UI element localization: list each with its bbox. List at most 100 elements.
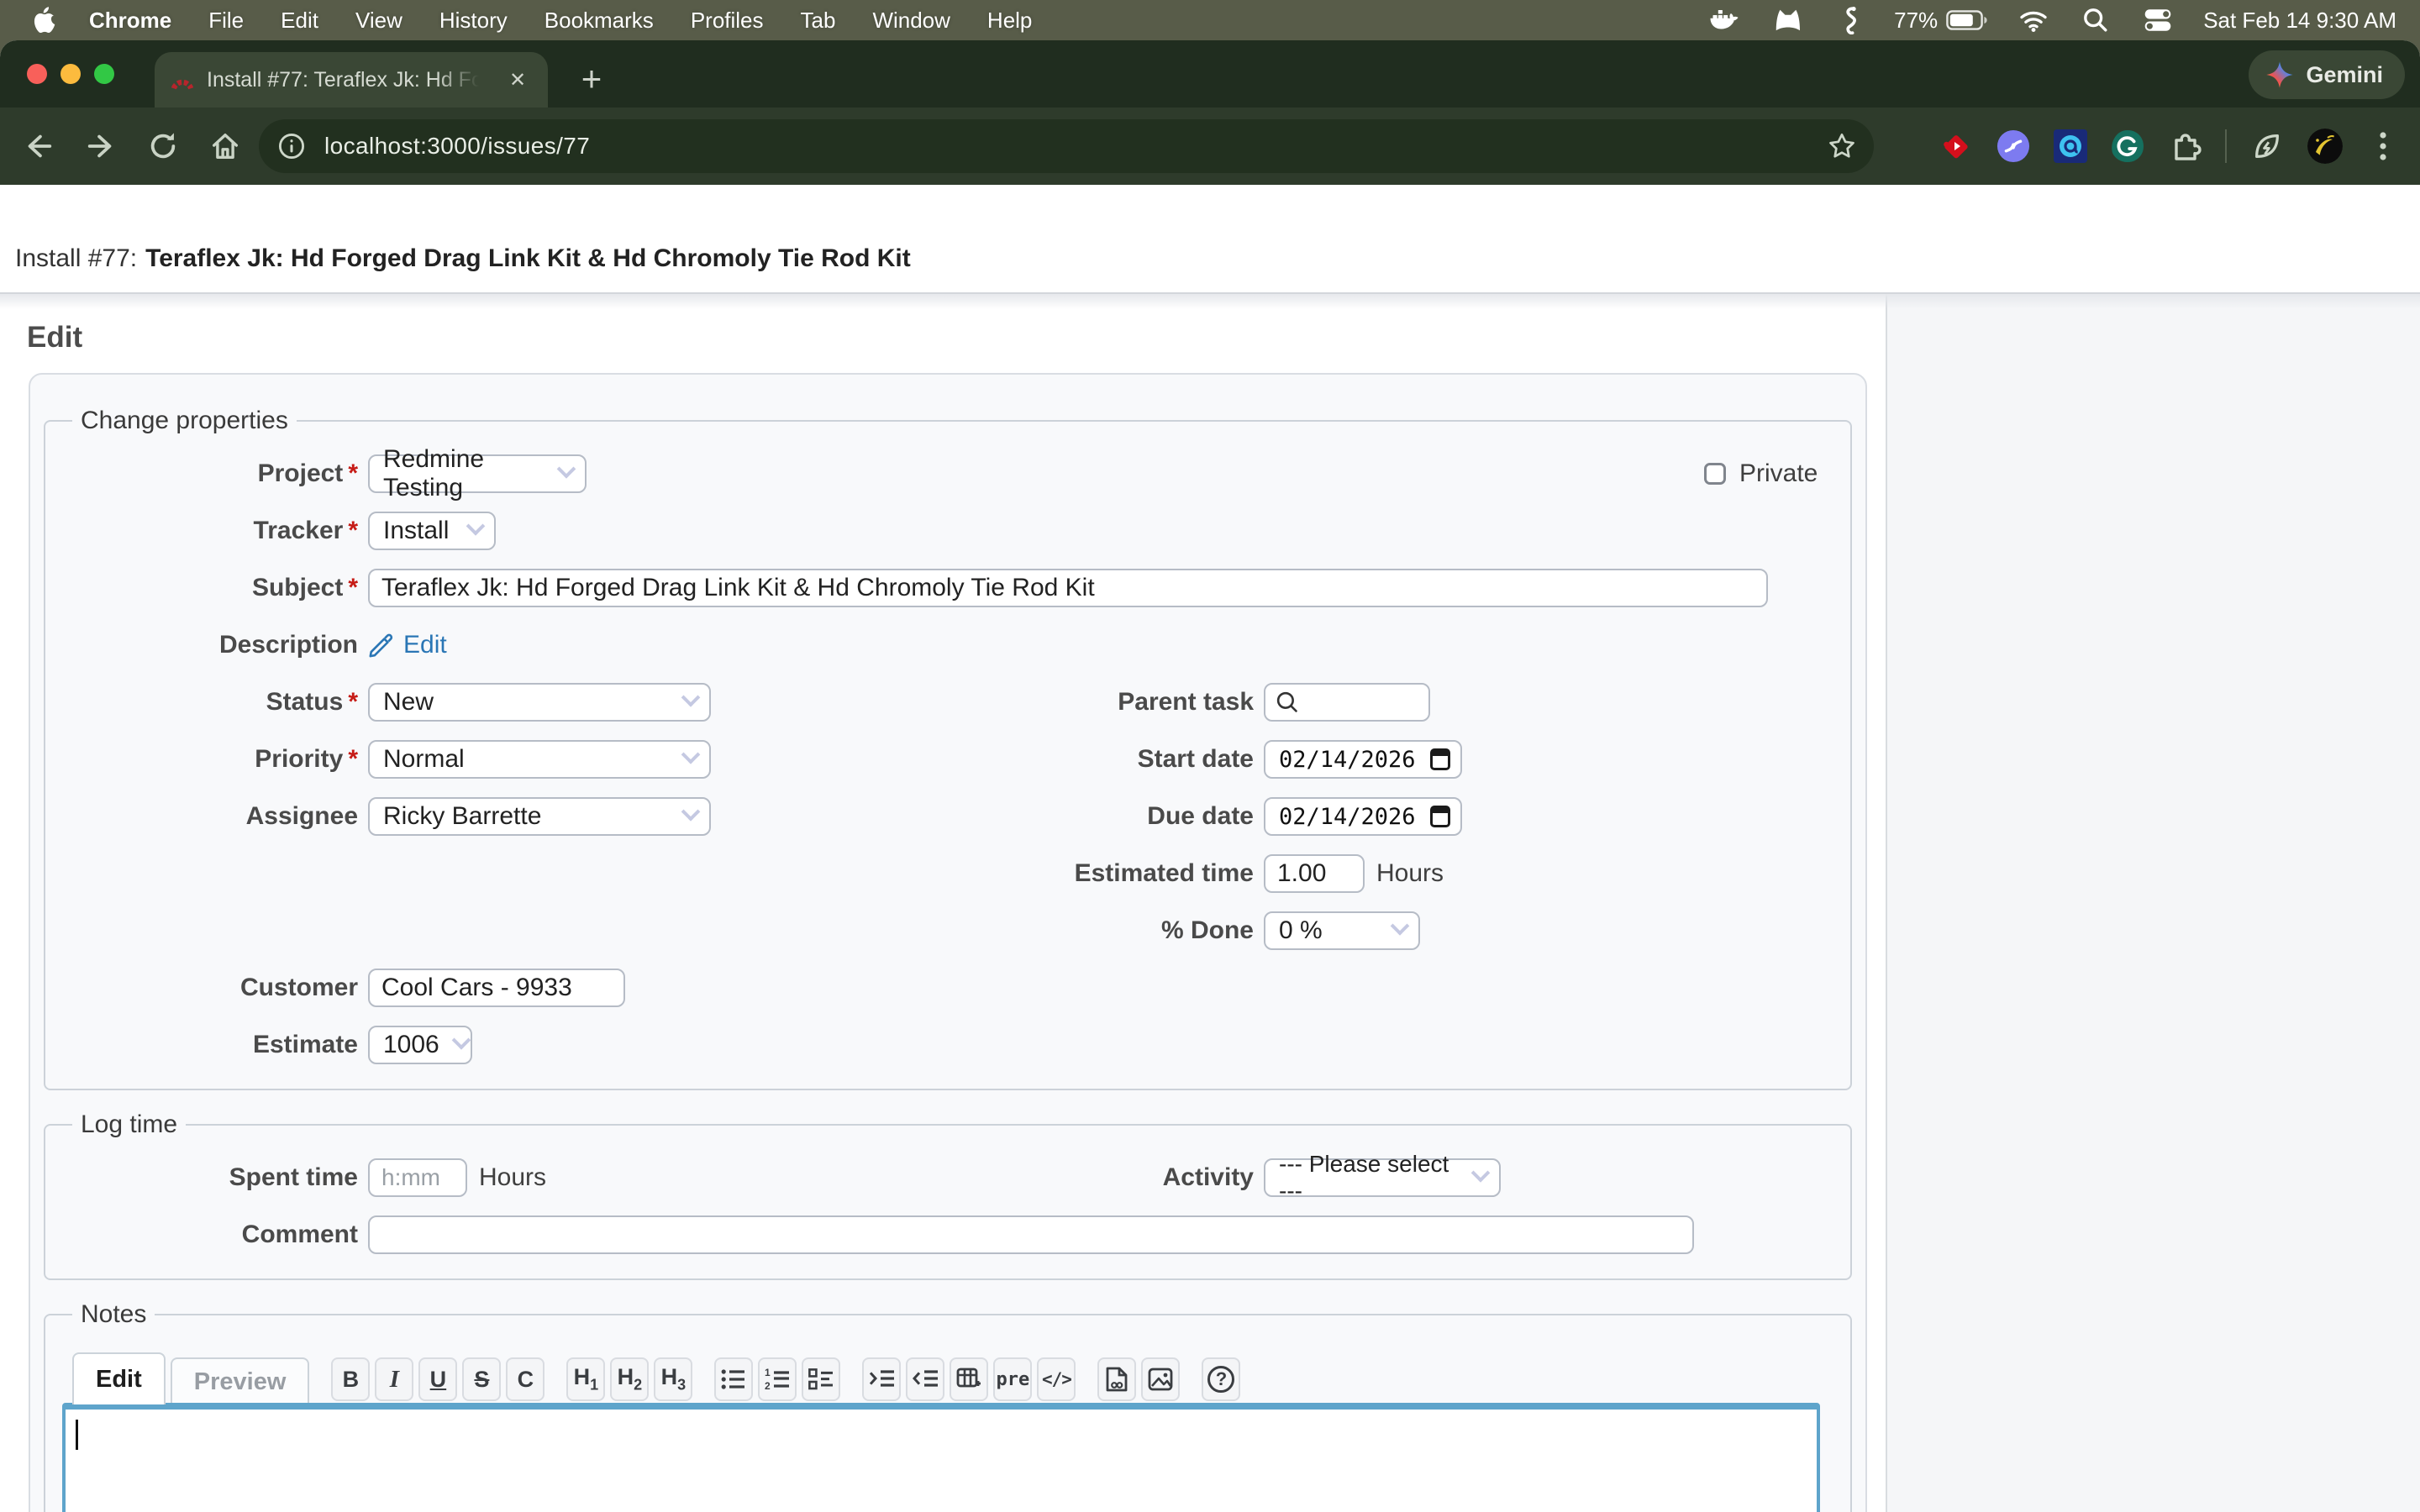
menu-edit[interactable]: Edit <box>281 8 318 34</box>
numbered-list-button[interactable]: 12 <box>758 1357 797 1401</box>
spotlight-search-icon[interactable] <box>2079 3 2112 37</box>
heading2-button[interactable]: H2 <box>610 1357 649 1401</box>
menubar-clock[interactable]: Sat Feb 14 9:30 AM <box>2203 8 2396 34</box>
extension-purple-circle-icon[interactable] <box>1996 129 2030 163</box>
image-icon <box>1148 1368 1173 1391</box>
wifi-icon[interactable] <box>2017 3 2050 37</box>
back-button[interactable] <box>22 129 55 163</box>
description-row: Description Edit <box>59 617 1837 674</box>
estimate-row: Estimate 1006 <box>59 1016 1837 1074</box>
project-select[interactable]: Redmine Testing <box>368 454 587 493</box>
help-button[interactable]: ? <box>1202 1357 1240 1401</box>
italic-button[interactable]: I <box>375 1357 413 1401</box>
strikethrough-button[interactable]: S <box>462 1357 501 1401</box>
due-date-input[interactable]: 02/14/2026 <box>1264 797 1462 836</box>
activity-select[interactable]: --- Please select --- <box>1264 1158 1501 1197</box>
menu-view[interactable]: View <box>355 8 402 34</box>
extension-grammarly-icon[interactable] <box>2111 129 2144 163</box>
home-button[interactable] <box>208 129 242 163</box>
profile-avatar[interactable] <box>2307 129 2343 164</box>
control-center-icon[interactable] <box>2141 3 2175 37</box>
description-edit-link[interactable]: Edit <box>368 631 447 659</box>
subject-row: Subject* <box>59 559 1837 617</box>
tab-strip: Install #77: Teraflex Jk: Hd Fo ✕ + Gemi… <box>0 40 2420 108</box>
squiggle-status-icon[interactable] <box>1832 3 1865 37</box>
private-checkbox[interactable] <box>1704 463 1726 485</box>
menu-tab[interactable]: Tab <box>801 8 836 34</box>
attach-file-button[interactable] <box>1097 1357 1136 1401</box>
extensions-puzzle-icon[interactable] <box>2168 129 2202 163</box>
estimate-select[interactable]: 1006 <box>368 1026 472 1064</box>
menu-history[interactable]: History <box>439 8 508 34</box>
menu-help[interactable]: Help <box>987 8 1032 34</box>
outdent-button[interactable] <box>906 1357 944 1401</box>
insert-image-button[interactable] <box>1141 1357 1180 1401</box>
extension-password-lock-icon[interactable] <box>2054 129 2087 163</box>
chevron-down-icon <box>681 802 701 822</box>
code-button[interactable]: </> <box>1037 1357 1076 1401</box>
indent-button[interactable] <box>862 1357 901 1401</box>
browser-tab[interactable]: Install #77: Teraflex Jk: Hd Fo ✕ <box>155 52 548 108</box>
menu-chrome[interactable]: Chrome <box>89 8 171 34</box>
estimated-time-input[interactable] <box>1264 854 1365 893</box>
calendar-icon[interactable] <box>1430 806 1450 827</box>
project-label: Project <box>258 459 344 487</box>
task-list-button[interactable] <box>802 1357 840 1401</box>
apple-menu-icon[interactable] <box>34 7 55 34</box>
customer-row: Customer <box>59 959 1837 1016</box>
calendar-icon[interactable] <box>1430 748 1450 770</box>
bullet-list-button[interactable] <box>714 1357 753 1401</box>
menu-window[interactable]: Window <box>872 8 950 34</box>
menu-profiles[interactable]: Profiles <box>691 8 764 34</box>
subject-input[interactable] <box>368 569 1768 607</box>
tracker-label: Tracker <box>254 517 344 544</box>
battery-status[interactable]: 77% <box>1894 8 1988 34</box>
toolbar-divider <box>2225 129 2227 163</box>
estimate-label: Estimate <box>253 1031 358 1058</box>
spent-time-input[interactable] <box>368 1158 467 1197</box>
tracker-select[interactable]: Install <box>368 512 496 550</box>
chevron-down-icon <box>557 459 576 479</box>
customer-input[interactable] <box>368 969 625 1007</box>
browser-menu-dots-icon[interactable] <box>2366 129 2400 163</box>
status-select[interactable]: New <box>368 683 711 722</box>
svg-text:2: 2 <box>765 1380 771 1390</box>
gemini-button[interactable]: Gemini <box>2249 50 2405 99</box>
docker-icon[interactable] <box>1707 3 1741 37</box>
battery-saver-leaf-icon[interactable] <box>2250 129 2284 163</box>
tab-preview[interactable]: Preview <box>171 1357 310 1404</box>
address-bar[interactable]: localhost:3000/issues/77 <box>259 119 1874 173</box>
reload-button[interactable] <box>146 129 180 163</box>
parent-task-input[interactable] <box>1264 683 1430 722</box>
copy-button[interactable]: C <box>506 1357 544 1401</box>
done-label: % Done <box>985 916 1254 945</box>
site-info-icon[interactable] <box>274 129 309 164</box>
forward-button[interactable] <box>84 129 118 163</box>
issue-id: Install #77: <box>15 244 137 273</box>
search-icon <box>1276 690 1299 714</box>
new-tab-button[interactable]: + <box>566 54 617 104</box>
table-button[interactable] <box>950 1357 988 1401</box>
start-date-input[interactable]: 02/14/2026 <box>1264 740 1462 779</box>
assignee-select[interactable]: Ricky Barrette <box>368 797 711 836</box>
done-select[interactable]: 0 % <box>1264 911 1420 950</box>
extension-red-diamond-icon[interactable] <box>1939 129 1973 163</box>
heading1-button[interactable]: H1 <box>566 1357 605 1401</box>
minimize-window-button[interactable] <box>60 64 81 84</box>
fox-status-icon[interactable] <box>1770 3 1803 37</box>
comment-input[interactable] <box>368 1215 1694 1254</box>
menu-bookmarks[interactable]: Bookmarks <box>544 8 654 34</box>
tab-close-icon[interactable]: ✕ <box>502 65 533 95</box>
maximize-window-button[interactable] <box>94 64 114 84</box>
bookmark-star-icon[interactable] <box>1827 131 1857 161</box>
preformatted-button[interactable]: pre <box>993 1357 1032 1401</box>
comment-label: Comment <box>242 1221 358 1248</box>
notes-textarea[interactable] <box>62 1403 1820 1512</box>
bold-button[interactable]: B <box>331 1357 370 1401</box>
tab-edit[interactable]: Edit <box>72 1352 166 1404</box>
underline-button[interactable]: U <box>418 1357 457 1401</box>
heading3-button[interactable]: H3 <box>654 1357 692 1401</box>
priority-select[interactable]: Normal <box>368 740 711 779</box>
close-window-button[interactable] <box>27 64 47 84</box>
menu-file[interactable]: File <box>208 8 244 34</box>
